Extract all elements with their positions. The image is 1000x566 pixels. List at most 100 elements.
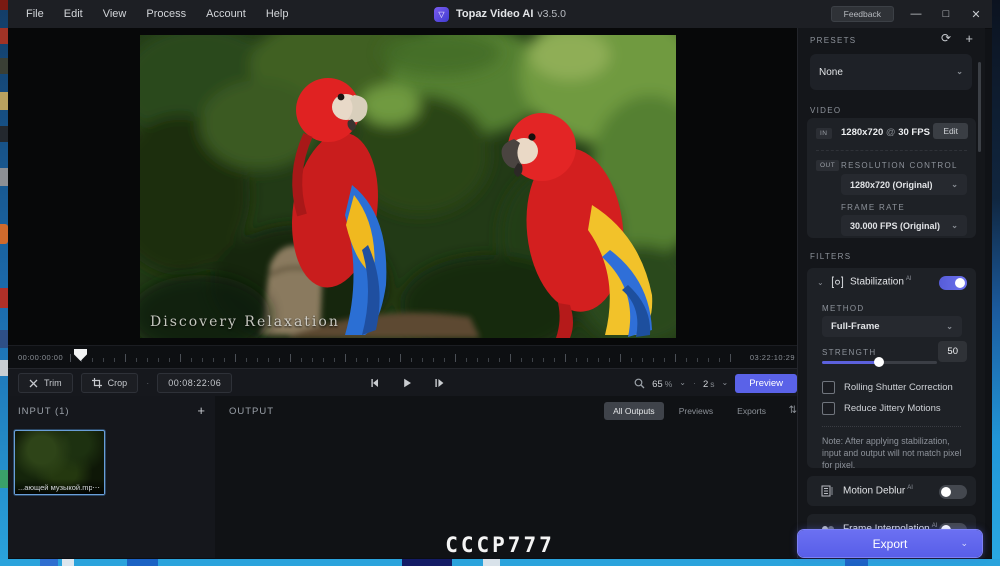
separator-dot: · bbox=[146, 378, 149, 388]
collapse-chevron-icon[interactable]: ⌄ bbox=[817, 279, 824, 287]
divider bbox=[822, 426, 961, 427]
method-label: METHOD bbox=[822, 304, 864, 313]
divider bbox=[816, 150, 967, 151]
timeline[interactable]: 00:00:00:00 03:22:10:29 bbox=[8, 345, 805, 369]
ai-superscript: AI bbox=[932, 523, 938, 529]
clip-length-value: 2 bbox=[703, 379, 708, 390]
trim-button[interactable]: Trim bbox=[18, 373, 73, 393]
motion-deblur-label: Motion DeblurAI bbox=[843, 485, 913, 496]
taskbar[interactable] bbox=[0, 559, 1000, 566]
rolling-shutter-checkbox[interactable] bbox=[822, 381, 835, 394]
preview-length-dropdown[interactable]: 2s bbox=[703, 374, 715, 392]
feedback-button[interactable]: Feedback bbox=[831, 6, 894, 22]
close-button[interactable]: ✕ bbox=[968, 8, 984, 21]
tab-all-outputs[interactable]: All Outputs bbox=[604, 402, 664, 420]
strength-value-field[interactable]: 50 bbox=[938, 341, 967, 362]
zoom-unit: % bbox=[665, 379, 673, 389]
timeline-start-time: 00:00:00:00 bbox=[18, 346, 63, 369]
ai-superscript: AI bbox=[907, 485, 913, 491]
menu-edit[interactable]: Edit bbox=[56, 0, 91, 28]
zoom-value: 65 bbox=[652, 379, 663, 390]
video-preview[interactable]: Discovery Relaxation bbox=[140, 35, 676, 338]
current-time-field[interactable]: 00:08:22:06 bbox=[157, 373, 232, 393]
at-sign: @ bbox=[886, 127, 896, 138]
minimize-button[interactable]: — bbox=[908, 8, 924, 20]
resolution-control-label: RESOLUTION CONTROL bbox=[841, 161, 958, 170]
input-file-name: ...ающей музыкой.mp4 bbox=[15, 483, 92, 494]
in-badge: IN bbox=[816, 128, 832, 139]
add-preset-icon[interactable]: + bbox=[965, 31, 973, 46]
zoom-magnifier-icon[interactable] bbox=[634, 378, 645, 389]
preview-button[interactable]: Preview bbox=[735, 374, 797, 393]
menu-process[interactable]: Process bbox=[138, 0, 194, 28]
resolution-dropdown[interactable]: 1280x720 (Original) ⌄ bbox=[841, 174, 967, 195]
rolling-shutter-label: Rolling Shutter Correction bbox=[844, 382, 953, 393]
sort-icon[interactable]: ⇅ bbox=[789, 405, 797, 416]
presets-dropdown[interactable]: None ⌄ bbox=[810, 54, 972, 90]
chevron-down-icon: ⌄ bbox=[722, 379, 729, 387]
method-dropdown[interactable]: Full-Frame ⌄ bbox=[822, 316, 962, 337]
sidebar: PRESETS ⟳ + None ⌄ VIDEO IN 1280x720 @ 3… bbox=[797, 28, 985, 558]
maximize-button[interactable]: □ bbox=[938, 8, 954, 20]
input-thumbnail[interactable]: ...ающей музыкой.mp4 ⋯ bbox=[14, 430, 105, 495]
play-button[interactable] bbox=[401, 377, 413, 389]
resolution-value: 1280x720 (Original) bbox=[850, 180, 933, 190]
desktop-left-edge bbox=[0, 0, 8, 566]
frame-rate-label: FRAME RATE bbox=[841, 203, 905, 212]
method-value: Full-Frame bbox=[831, 321, 880, 332]
rolling-shutter-checkbox-row[interactable]: Rolling Shutter Correction bbox=[822, 381, 953, 394]
stabilization-icon bbox=[831, 276, 844, 289]
playback-toolbar: Trim Crop · 00:08:22:06 65% ⌄ · 2s bbox=[8, 368, 805, 398]
reduce-jittery-checkbox[interactable] bbox=[822, 402, 835, 415]
stabilization-toggle[interactable] bbox=[939, 276, 967, 290]
video-section-header: VIDEO bbox=[810, 106, 841, 115]
step-forward-button[interactable] bbox=[433, 377, 445, 389]
menu-view[interactable]: View bbox=[95, 0, 135, 28]
trim-label: Trim bbox=[44, 378, 62, 388]
frame-rate-value: 30.000 FPS (Original) bbox=[850, 221, 940, 231]
stabilization-label: StabilizationAI bbox=[850, 276, 912, 287]
input-fps: 30 FPS bbox=[898, 127, 930, 138]
trim-scissors-icon bbox=[29, 379, 38, 388]
slider-handle[interactable] bbox=[874, 357, 884, 367]
desktop-right-edge bbox=[992, 0, 1000, 566]
chevron-down-icon: ⌄ bbox=[951, 181, 958, 189]
crop-icon bbox=[92, 378, 102, 388]
input-resolution: 1280x720 bbox=[841, 127, 883, 138]
ai-superscript: AI bbox=[906, 276, 912, 282]
menu-help[interactable]: Help bbox=[258, 0, 297, 28]
chevron-down-icon: ⌄ bbox=[956, 68, 963, 76]
input-panel-header: INPUT (1) bbox=[18, 406, 70, 417]
output-panel-header: OUTPUT bbox=[229, 406, 274, 417]
reduce-jittery-checkbox-row[interactable]: Reduce Jittery Motions bbox=[822, 402, 941, 415]
frame-rate-dropdown[interactable]: 30.000 FPS (Original) ⌄ bbox=[841, 215, 967, 236]
motion-deblur-icon bbox=[821, 485, 834, 497]
stabilization-card: ⌄ StabilizationAI METHOD Full-Frame ⌄ ST… bbox=[807, 268, 976, 468]
add-input-button[interactable]: + bbox=[197, 403, 205, 418]
refresh-presets-icon[interactable]: ⟳ bbox=[941, 31, 951, 45]
edit-button[interactable]: Edit bbox=[933, 123, 968, 139]
motion-deblur-toggle[interactable] bbox=[939, 485, 967, 499]
filters-section-header: FILTERS bbox=[810, 252, 851, 261]
tab-previews[interactable]: Previews bbox=[670, 402, 722, 420]
more-options-icon[interactable]: ⋯ bbox=[92, 483, 104, 494]
video-frame-parrots bbox=[140, 35, 676, 338]
video-info-card: IN 1280x720 @ 30 FPS Edit OUT RESOLUTION… bbox=[807, 118, 976, 238]
osd-overlay-text: СССР777 bbox=[0, 533, 1000, 557]
crop-button[interactable]: Crop bbox=[81, 373, 139, 393]
strength-slider[interactable] bbox=[822, 361, 937, 364]
crop-label: Crop bbox=[108, 378, 128, 388]
title-bar[interactable]: File Edit View Process Account Help ▽ To… bbox=[8, 0, 992, 29]
menu-file[interactable]: File bbox=[18, 0, 52, 28]
timeline-end-time: 03:22:10:29 bbox=[750, 346, 795, 369]
output-tabs: All Outputs Previews Exports bbox=[604, 402, 775, 420]
tab-exports[interactable]: Exports bbox=[728, 402, 775, 420]
step-back-button[interactable] bbox=[369, 377, 381, 389]
clip-length-unit: s bbox=[710, 379, 714, 389]
sidebar-scrollbar[interactable] bbox=[978, 62, 981, 152]
presets-header: PRESETS bbox=[810, 36, 856, 45]
menu-account[interactable]: Account bbox=[198, 0, 254, 28]
zoom-level-dropdown[interactable]: 65% bbox=[652, 374, 672, 392]
timeline-ticks-major bbox=[70, 354, 738, 362]
stabilization-note: Note: After applying stabilization, inpu… bbox=[822, 436, 964, 472]
